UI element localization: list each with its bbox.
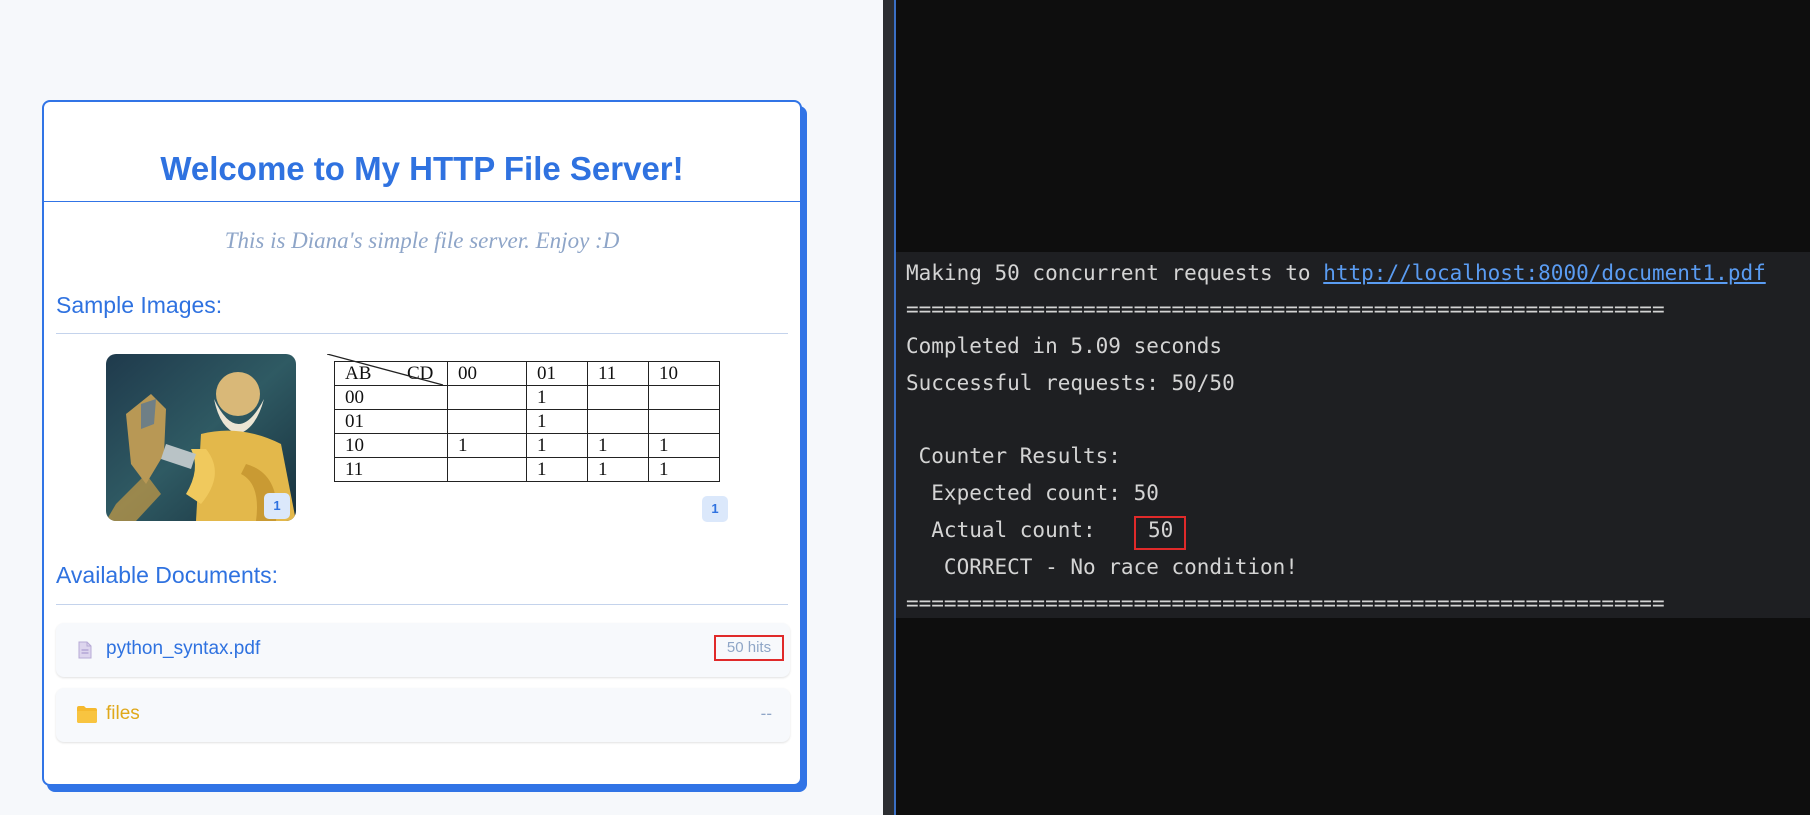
kmap-corner-cell: AB CD	[327, 354, 448, 386]
kmap-cell: 1	[526, 433, 588, 458]
kmap-cell: 1	[447, 433, 527, 458]
terminal-line-results-heading: Counter Results:	[906, 444, 1121, 468]
terminal-line-successful: Successful requests: 50/50	[906, 371, 1235, 395]
karnaugh-map-image[interactable]: AB CD 00 01 11 10 00 1 01 1 10 1 1 1 1 1…	[326, 354, 736, 522]
terminal-url-link[interactable]: http://localhost:8000/document1.pdf	[1323, 261, 1766, 285]
statue-artwork-image[interactable]: 1	[106, 354, 296, 521]
kmap-cell	[587, 385, 649, 410]
kmap-row-label: 11	[334, 457, 448, 482]
kmap-cell: 1	[587, 457, 649, 482]
kmap-cell: 1	[648, 457, 720, 482]
folder-icon	[77, 706, 97, 723]
terminal-rule-bottom: ========================================…	[906, 591, 1665, 615]
kmap-cell: 1	[526, 457, 588, 482]
sample-images-heading: Sample Images:	[56, 292, 223, 318]
terminal-line-request: Making 50 concurrent requests to http://…	[906, 261, 1766, 285]
kmap-cell: 1	[648, 433, 720, 458]
folder-hit-count: --	[760, 704, 772, 723]
file-link-python-syntax[interactable]: python_syntax.pdf	[106, 638, 260, 660]
file-hit-count: 50 hits	[714, 635, 784, 661]
terminal-line-verdict: CORRECT - No race condition!	[906, 555, 1298, 579]
title-divider	[44, 201, 800, 202]
terminal-line-expected: Expected count: 50	[906, 481, 1159, 505]
file-link-files-folder[interactable]: files	[106, 703, 140, 725]
terminal-line-completed: Completed in 5.09 seconds	[906, 334, 1223, 358]
file-server-card: Welcome to My HTTP File Server! This is …	[42, 100, 802, 786]
image-hit-badge: 1	[264, 493, 290, 519]
kmap-cell	[447, 457, 527, 482]
kmap-row-label: 01	[334, 409, 448, 434]
terminal-pane[interactable]: Making 50 concurrent requests to http://…	[896, 0, 1810, 815]
kmap-row-label: 00	[334, 385, 448, 410]
kmap-col-header: 00	[447, 361, 527, 386]
kmap-cell: 1	[526, 385, 588, 410]
kmap-col-header: 10	[648, 361, 720, 386]
kmap-col-header: 11	[587, 361, 649, 386]
terminal-rule-top: ========================================…	[906, 297, 1665, 321]
page-subtitle: This is Diana's simple file server. Enjo…	[224, 228, 620, 253]
actual-count-highlight	[1134, 516, 1186, 550]
file-row-python-syntax[interactable]: python_syntax.pdf 50 hits	[56, 623, 790, 677]
kmap-cell	[587, 409, 649, 434]
kmap-cell	[447, 385, 527, 410]
terminal-request-text: Making 50 concurrent requests to	[906, 261, 1324, 285]
kmap-cell: 1	[587, 433, 649, 458]
page-title: Welcome to My HTTP File Server!	[160, 150, 684, 187]
kmap-cell	[648, 385, 720, 410]
kmap-cell: 1	[526, 409, 588, 434]
kmap-cell	[447, 409, 527, 434]
image-hit-badge: 1	[702, 496, 728, 522]
kmap-col-header: 01	[526, 361, 588, 386]
terminal-line-actual: Actual count:	[906, 518, 1096, 542]
document-icon	[78, 641, 92, 659]
kmap-corner-diagonal	[327, 354, 444, 386]
sample-images-divider	[56, 333, 788, 334]
documents-heading: Available Documents:	[56, 562, 279, 588]
file-row-files-folder[interactable]: files --	[56, 688, 790, 742]
terminal-actual-label: Actual count:	[906, 518, 1096, 542]
browser-page: Welcome to My HTTP File Server! This is …	[0, 0, 883, 815]
kmap-cell	[648, 409, 720, 434]
kmap-row-label: 10	[334, 433, 448, 458]
documents-divider	[56, 604, 788, 605]
karnaugh-map-table: AB CD 00 01 11 10 00 1 01 1 10 1 1 1 1 1…	[327, 354, 720, 482]
terminal-output-block: Making 50 concurrent requests to http://…	[896, 252, 1810, 618]
